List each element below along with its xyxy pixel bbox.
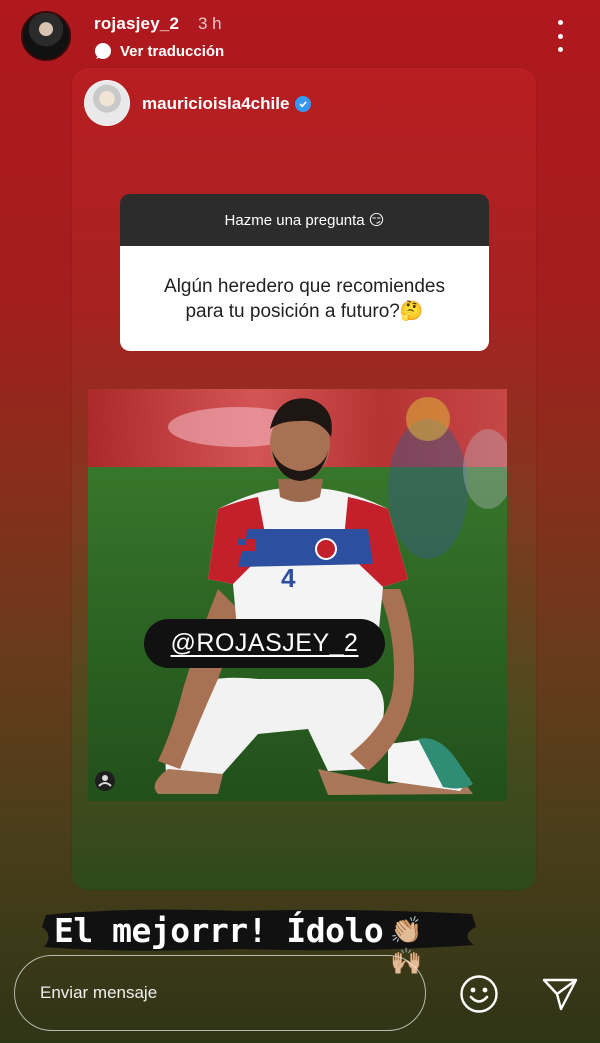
reply-bar <box>0 950 600 1043</box>
question-sticker-header: Hazme una pregunta 😏 <box>120 194 489 246</box>
repost-username-row[interactable]: mauricioisla4chile <box>142 94 312 114</box>
post-time: 3 h <box>198 14 222 33</box>
question-line-2: para tu posición a futuro?🤔 <box>185 300 424 322</box>
repost-username: mauricioisla4chile <box>142 94 290 113</box>
translate-label: Ver traducción <box>120 42 225 60</box>
player-photo: 4 <box>88 389 507 801</box>
verified-badge-icon <box>295 96 312 112</box>
story-header: rojasjey_2 3 h Ver traducción <box>0 0 600 70</box>
more-dot <box>557 47 563 52</box>
caption-text: El mejorrr! Ídolo <box>54 911 384 950</box>
author-username[interactable]: rojasjey_2 <box>94 14 179 34</box>
svg-text:4: 4 <box>281 563 296 593</box>
mention-sticker[interactable]: @ROJASJEY_2 <box>144 619 385 668</box>
more-options-icon <box>557 20 563 25</box>
message-input[interactable] <box>14 955 426 1031</box>
author-avatar[interactable] <box>21 11 71 61</box>
player-photo-illustration: 4 <box>88 389 507 801</box>
translate-icon <box>95 43 111 59</box>
send-paper-plane-icon[interactable] <box>541 976 579 1012</box>
more-dot <box>557 33 563 39</box>
more-options-button[interactable] <box>550 20 570 52</box>
repost-avatar[interactable] <box>84 80 130 126</box>
translate-button[interactable]: Ver traducción <box>94 42 224 60</box>
question-text: Algún heredero que recomiendes para tu p… <box>120 246 489 351</box>
question-sticker: Hazme una pregunta 😏 Algún heredero que … <box>120 194 489 351</box>
question-line-1: Algún heredero que recomiendes <box>164 275 445 297</box>
mention-text: @ROJASJEY_2 <box>170 629 359 657</box>
reposted-story[interactable]: mauricioisla4chile Hazme una pregunta 😏 … <box>72 68 536 890</box>
smiley-emoji-icon[interactable] <box>459 974 499 1014</box>
